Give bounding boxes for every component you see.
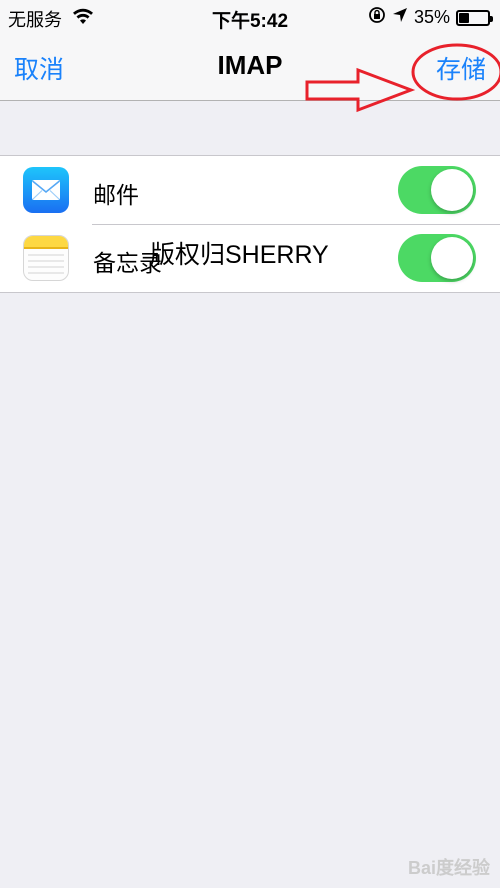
status-bar: 无服务 下午5:42 35% (0, 0, 500, 36)
toggle-knob (431, 169, 473, 211)
orientation-lock-icon (368, 6, 386, 29)
account-app-list: 邮件 备忘录 (0, 155, 500, 293)
list-item-mail: 邮件 (0, 156, 500, 224)
battery-fill (459, 12, 469, 23)
notes-toggle[interactable] (398, 234, 476, 282)
status-right: 35% (368, 6, 493, 29)
battery-icon (456, 9, 493, 26)
battery-percent: 35% (413, 7, 450, 27)
save-button[interactable]: 存储 (436, 50, 486, 86)
navigation-bar: 取消 IMAP 存储 (0, 36, 500, 101)
mail-label: 邮件 (93, 182, 139, 208)
list-item-notes: 备忘录 (0, 224, 500, 292)
notes-label: 备忘录 (93, 250, 162, 276)
notes-icon (23, 235, 69, 281)
page-title: IMAP (217, 50, 283, 80)
baidu-jingyan-logo: Bai度经验 (407, 858, 490, 878)
location-icon (392, 7, 408, 28)
mail-icon (23, 167, 69, 213)
mail-toggle[interactable] (398, 166, 476, 214)
toggle-knob (431, 237, 473, 279)
cancel-button[interactable]: 取消 (14, 50, 64, 86)
